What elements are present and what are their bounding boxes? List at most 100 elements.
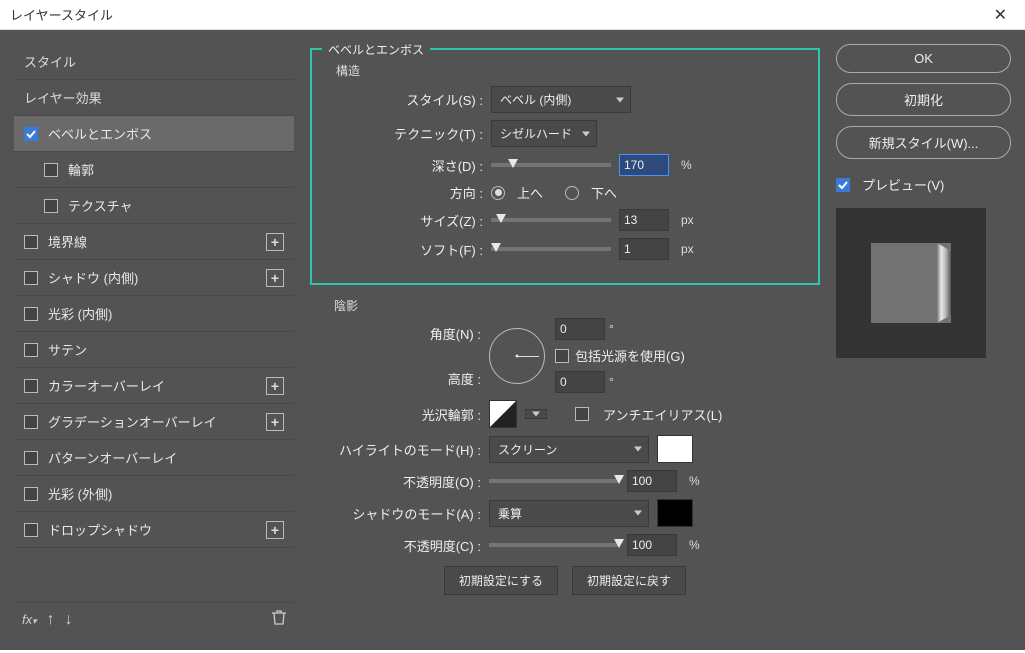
contour-checkbox[interactable]	[44, 163, 58, 177]
texture-item[interactable]: テクスチャ	[14, 188, 294, 224]
shadow-opacity-unit: %	[689, 538, 700, 552]
color-overlay-checkbox[interactable]	[24, 379, 38, 393]
size-slider[interactable]	[491, 218, 611, 222]
close-icon[interactable]: ✕	[986, 1, 1015, 29]
trash-icon[interactable]	[272, 609, 286, 630]
inner-glow-label: 光彩 (内側)	[48, 304, 284, 323]
make-default-button[interactable]: 初期設定にする	[444, 566, 558, 595]
outer-glow-item[interactable]: 光彩 (外側)	[14, 476, 294, 512]
shading-section: 陰影 角度(N) : 高度 : 0° 包括光源を使用(G)	[310, 293, 820, 607]
preview-label: プレビュー(V)	[862, 175, 944, 194]
inner-shadow-label: シャドウ (内側)	[48, 268, 266, 287]
stroke-item[interactable]: 境界線 +	[14, 224, 294, 260]
add-stroke-icon[interactable]: +	[266, 233, 284, 251]
bevel-emboss-title: ベベルとエンボス	[322, 41, 430, 58]
inner-glow-checkbox[interactable]	[24, 307, 38, 321]
window-title: レイヤースタイル	[10, 5, 113, 24]
pattern-overlay-item[interactable]: パターンオーバーレイ	[14, 440, 294, 476]
style-label: スタイル(S) :	[336, 90, 491, 109]
contour-label: 輪郭	[68, 160, 284, 179]
soften-field[interactable]: 1	[619, 238, 669, 260]
direction-label: 方向 :	[336, 183, 491, 202]
highlight-mode-select[interactable]: スクリーン	[489, 436, 649, 463]
styles-header[interactable]: スタイル	[14, 44, 294, 80]
arrow-down-icon[interactable]: ↓	[65, 611, 73, 629]
shadow-opacity-slider[interactable]	[489, 543, 619, 547]
depth-slider[interactable]	[491, 163, 611, 167]
inner-glow-item[interactable]: 光彩 (内側)	[14, 296, 294, 332]
preview-box	[836, 208, 986, 358]
direction-up-radio[interactable]	[491, 186, 505, 200]
add-color-overlay-icon[interactable]: +	[266, 377, 284, 395]
reset-default-button[interactable]: 初期設定に戻す	[572, 566, 686, 595]
add-inner-shadow-icon[interactable]: +	[266, 269, 284, 287]
drop-shadow-checkbox[interactable]	[24, 523, 38, 537]
texture-label: テクスチャ	[68, 196, 284, 215]
color-overlay-item[interactable]: カラーオーバーレイ +	[14, 368, 294, 404]
style-select[interactable]: ベベル (内側)	[491, 86, 631, 113]
ok-button[interactable]: OK	[836, 44, 1011, 73]
gradient-overlay-item[interactable]: グラデーションオーバーレイ +	[14, 404, 294, 440]
outer-glow-checkbox[interactable]	[24, 487, 38, 501]
shadow-mode-select[interactable]: 乗算	[489, 500, 649, 527]
gloss-contour-label: 光沢輪郭 :	[334, 405, 489, 424]
size-unit: px	[681, 213, 694, 227]
contour-item[interactable]: 輪郭	[14, 152, 294, 188]
blending-options-label: レイヤー効果	[24, 88, 284, 107]
altitude-label: 高度 :	[334, 369, 481, 388]
gloss-contour-swatch[interactable]	[489, 400, 517, 428]
global-light-checkbox[interactable]	[555, 349, 569, 363]
stroke-checkbox[interactable]	[24, 235, 38, 249]
effects-list: スタイル レイヤー効果 ベベルとエンボス 輪郭 テクスチャ 境界線 +	[14, 44, 294, 602]
new-style-button[interactable]: 新規スタイル(W)...	[836, 126, 1011, 159]
color-overlay-label: カラーオーバーレイ	[48, 376, 266, 395]
pattern-overlay-label: パターンオーバーレイ	[48, 448, 284, 467]
depth-field[interactable]: 170	[619, 154, 669, 176]
highlight-opacity-field[interactable]: 100	[627, 470, 677, 492]
soften-unit: px	[681, 242, 694, 256]
angle-dial[interactable]	[489, 328, 545, 384]
bevel-emboss-checkbox[interactable]	[24, 127, 38, 141]
arrow-up-icon[interactable]: ↑	[47, 611, 55, 629]
fx-icon[interactable]: fx▾	[22, 612, 37, 627]
technique-select[interactable]: シゼルハード	[491, 120, 597, 147]
inner-shadow-item[interactable]: シャドウ (内側) +	[14, 260, 294, 296]
blending-options[interactable]: レイヤー効果	[14, 80, 294, 116]
satin-label: サテン	[48, 340, 284, 359]
shadow-mode-label: シャドウのモード(A) :	[334, 504, 489, 523]
soften-slider[interactable]	[491, 247, 611, 251]
drop-shadow-item[interactable]: ドロップシャドウ +	[14, 512, 294, 548]
pattern-overlay-checkbox[interactable]	[24, 451, 38, 465]
add-gradient-overlay-icon[interactable]: +	[266, 413, 284, 431]
gloss-contour-dropdown[interactable]	[525, 409, 547, 419]
shadow-color-swatch[interactable]	[657, 499, 693, 527]
soften-label: ソフト(F) :	[336, 240, 491, 259]
texture-checkbox[interactable]	[44, 199, 58, 213]
bevel-emboss-label: ベベルとエンボス	[48, 124, 284, 143]
direction-up-label: 上へ	[517, 183, 543, 202]
outer-glow-label: 光彩 (外側)	[48, 484, 284, 503]
angle-field[interactable]: 0	[555, 318, 605, 340]
antialias-checkbox[interactable]	[575, 407, 589, 421]
highlight-color-swatch[interactable]	[657, 435, 693, 463]
angle-label: 角度(N) :	[334, 324, 481, 343]
structure-fieldset: ベベルとエンボス 構造 スタイル(S) : ベベル (内側) テクニック(T) …	[310, 48, 820, 285]
bevel-emboss-item[interactable]: ベベルとエンボス	[14, 116, 294, 152]
satin-item[interactable]: サテン	[14, 332, 294, 368]
highlight-opacity-label: 不透明度(O) :	[334, 472, 489, 491]
gradient-overlay-checkbox[interactable]	[24, 415, 38, 429]
cancel-button[interactable]: 初期化	[836, 83, 1011, 116]
satin-checkbox[interactable]	[24, 343, 38, 357]
preview-checkbox[interactable]	[836, 178, 850, 192]
direction-down-radio[interactable]	[565, 186, 579, 200]
highlight-opacity-slider[interactable]	[489, 479, 619, 483]
preview-swatch	[871, 243, 951, 323]
shadow-opacity-field[interactable]: 100	[627, 534, 677, 556]
inner-shadow-checkbox[interactable]	[24, 271, 38, 285]
global-light-label: 包括光源を使用(G)	[575, 346, 685, 365]
add-drop-shadow-icon[interactable]: +	[266, 521, 284, 539]
size-field[interactable]: 13	[619, 209, 669, 231]
altitude-field[interactable]: 0	[555, 371, 605, 393]
depth-unit: %	[681, 158, 692, 172]
highlight-mode-label: ハイライトのモード(H) :	[334, 440, 489, 459]
